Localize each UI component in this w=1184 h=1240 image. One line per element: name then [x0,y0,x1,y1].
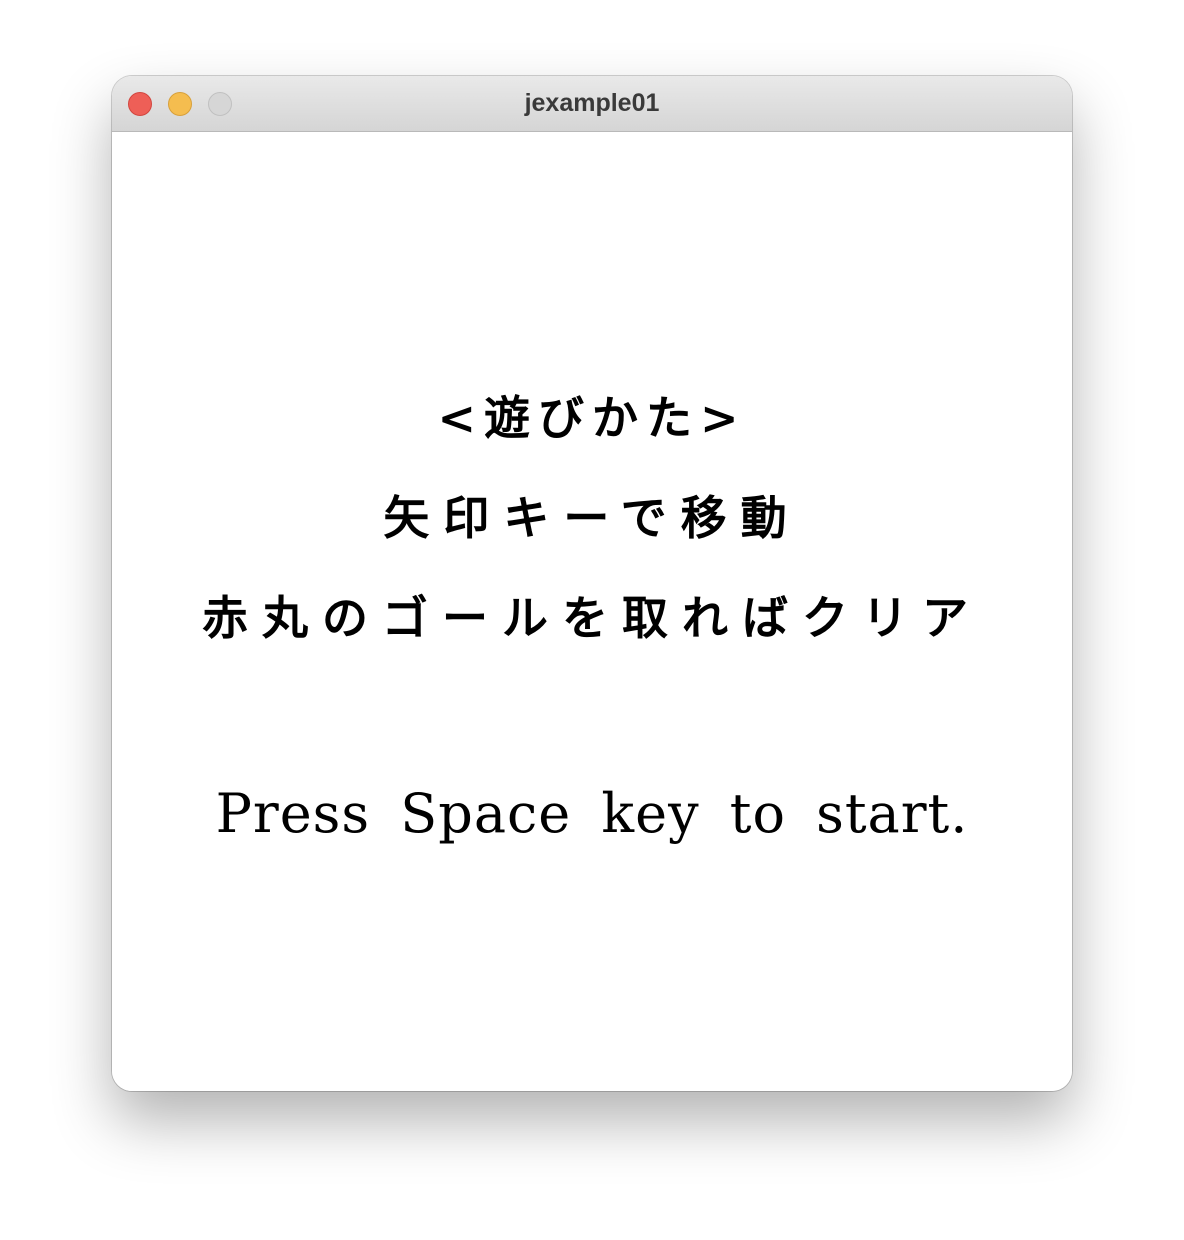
instructions-move-text: 矢印キーで移動 [383,491,801,545]
game-canvas[interactable]: <遊びかた> 矢印キーで移動 赤丸のゴールを取ればクリア Press Space… [112,132,1072,1091]
window-title: jexample01 [524,89,660,117]
instructions-goal-text: 赤丸のゴールを取ればクリア [202,591,982,645]
title-bar[interactable]: jexample01 [112,76,1072,132]
instructions-heading: <遊びかた> [437,391,747,445]
start-prompt: Press Space key to start. [215,782,969,845]
app-window: jexample01 <遊びかた> 矢印キーで移動 赤丸のゴールを取ればクリア … [112,76,1072,1091]
